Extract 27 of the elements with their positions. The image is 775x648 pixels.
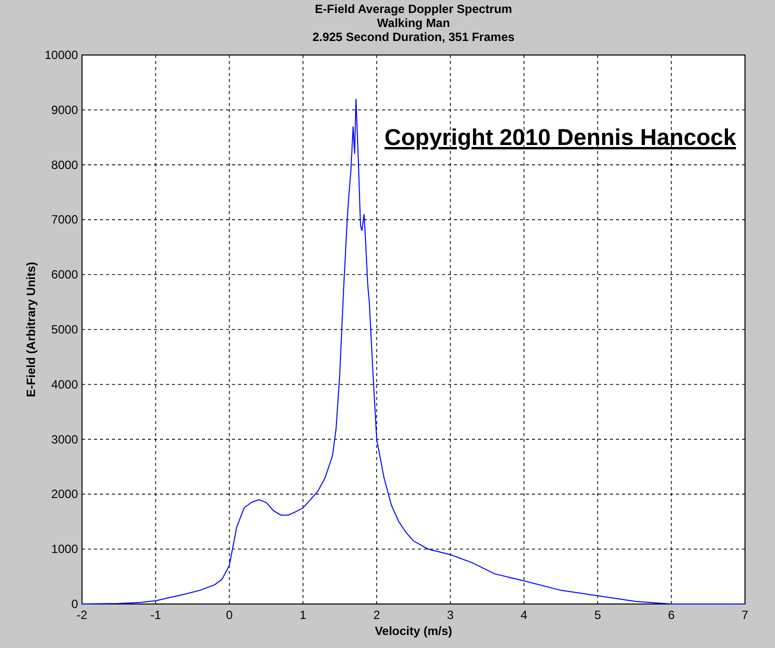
y-tick-label: 4000 [51, 377, 78, 392]
x-axis-label: Velocity (m/s) [374, 624, 452, 638]
y-tick-label: 0 [71, 597, 78, 611]
y-tick-label: 7000 [51, 212, 78, 227]
chart-title: Walking Man [377, 16, 450, 30]
x-tick-label: -1 [150, 608, 161, 622]
y-tick-label: 3000 [51, 432, 78, 446]
x-tick-label: -2 [76, 608, 88, 622]
y-tick-label: 6000 [51, 268, 78, 282]
copyright-annotation: Copyright 2010 Dennis Hancock [384, 124, 736, 150]
y-tick-label: 9000 [51, 102, 78, 117]
y-tick-label: 2000 [51, 487, 78, 502]
y-tick-label: 1000 [51, 542, 78, 556]
x-tick-label: 0 [226, 608, 233, 622]
x-tick-label: 3 [447, 608, 454, 622]
chart-title: E-Field Average Doppler Spectrum [314, 2, 512, 16]
y-tick-label: 5000 [51, 322, 78, 336]
y-tick-label: 10000 [44, 48, 78, 62]
x-tick-label: 1 [300, 608, 306, 622]
x-tick-label: 5 [594, 608, 601, 622]
y-tick-label: 8000 [51, 158, 78, 172]
y-axis-label: E-Field (Arbitrary Units) [24, 262, 38, 398]
x-tick-label: 7 [742, 608, 748, 622]
x-tick-label: 4 [520, 608, 528, 622]
x-tick-label: 6 [668, 608, 675, 622]
chart-title: 2.925 Second Duration, 351 Frames [312, 30, 515, 44]
x-tick-label: 2 [373, 608, 380, 622]
